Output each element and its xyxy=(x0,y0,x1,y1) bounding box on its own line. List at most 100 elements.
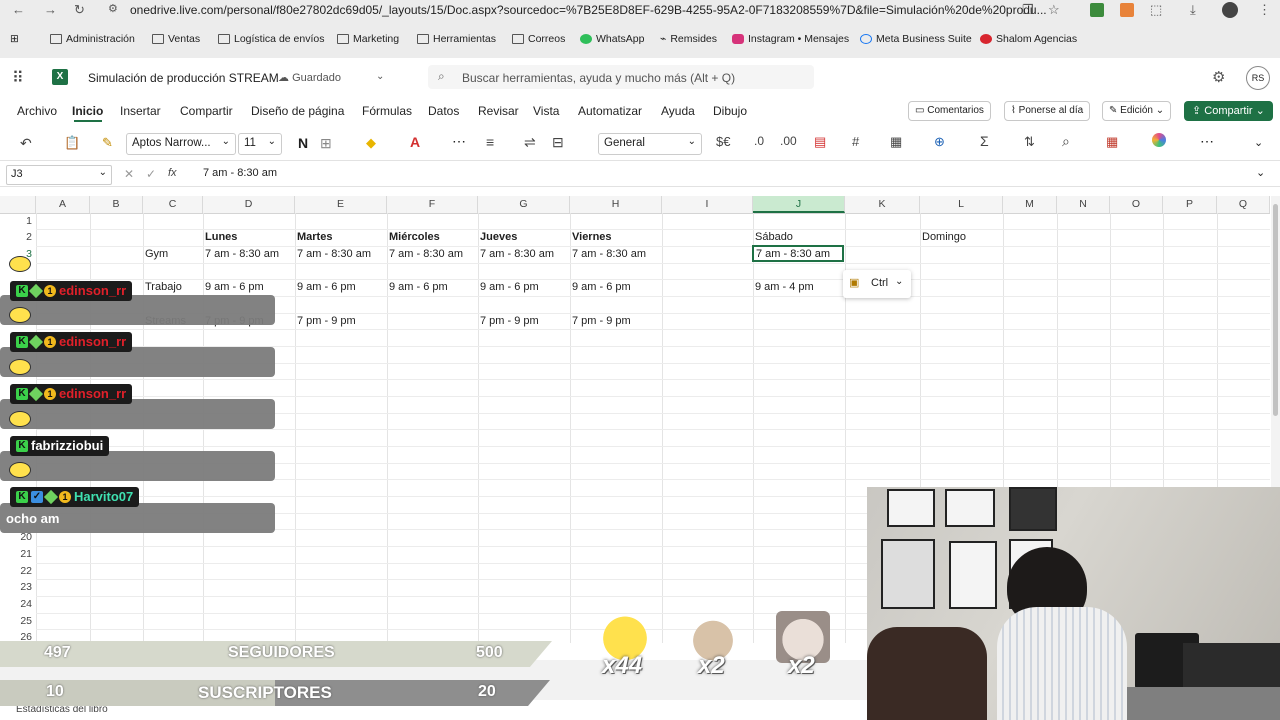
row-header[interactable]: 22 xyxy=(0,563,35,580)
bookmark-item[interactable]: Marketing xyxy=(337,33,399,45)
function-icon[interactable]: fx xyxy=(168,167,177,179)
save-status[interactable]: ☁ Guardado xyxy=(278,71,341,84)
cell-schedule[interactable]: 7 pm - 9 pm xyxy=(480,313,539,330)
comments-button[interactable]: ▭ Comentarios xyxy=(908,101,991,121)
tab-compartir[interactable]: Compartir xyxy=(180,104,233,118)
profile-avatar[interactable] xyxy=(1222,2,1238,18)
cell-schedule[interactable]: 7 am - 8:30 am xyxy=(572,246,646,263)
tab-inicio[interactable]: Inicio xyxy=(72,104,103,118)
cell-schedule[interactable]: 7 am - 8:30 am xyxy=(205,246,279,263)
cell-day-header[interactable]: Lunes xyxy=(205,229,237,246)
row-header[interactable]: 2 xyxy=(0,229,35,246)
cell-schedule[interactable]: 9 am - 4 pm xyxy=(755,279,814,296)
bookmark-item[interactable]: ⌁ Remsides xyxy=(660,33,717,45)
user-avatar[interactable]: RS xyxy=(1246,66,1270,90)
url-text[interactable]: onedrive.live.com/personal/f80e27802dc69… xyxy=(130,3,1047,17)
chevron-down-icon[interactable]: ⌄ xyxy=(376,71,384,82)
cell-schedule[interactable]: 7 am - 8:30 am xyxy=(389,246,463,263)
cell-schedule[interactable]: 7 am - 8:30 am xyxy=(480,246,554,263)
bold-icon[interactable]: N xyxy=(298,135,308,151)
column-header[interactable]: H xyxy=(570,196,662,213)
reload-icon[interactable]: ↻ xyxy=(74,2,85,18)
cell-day-header[interactable]: Jueves xyxy=(480,229,517,246)
cell-schedule[interactable]: 9 am - 6 pm xyxy=(480,279,539,296)
currency-icon[interactable]: $€ xyxy=(716,134,730,149)
conditional-format-icon[interactable]: ▤ xyxy=(814,134,826,150)
row-header[interactable]: 23 xyxy=(0,579,35,596)
cell-schedule[interactable]: 9 am - 6 pm xyxy=(389,279,448,296)
selected-cell-j3[interactable]: 7 am - 8:30 am xyxy=(752,245,844,262)
column-header[interactable]: P xyxy=(1163,196,1217,213)
tab-datos[interactable]: Datos xyxy=(428,104,459,118)
bookmark-item[interactable]: Shalom Agencias xyxy=(980,33,1077,45)
tab-archivo[interactable]: Archivo xyxy=(17,104,57,118)
catchup-button[interactable]: ⌇ Ponerse al día xyxy=(1004,101,1091,121)
column-header[interactable]: K xyxy=(845,196,920,213)
wrap-text-icon[interactable]: ⇌ xyxy=(524,134,536,151)
tab-revisar[interactable]: Revisar xyxy=(478,104,519,118)
row-header[interactable]: 24 xyxy=(0,596,35,613)
paste-icon[interactable]: 📋 xyxy=(64,135,80,151)
cell-styles-icon[interactable]: ▦ xyxy=(890,134,902,150)
font-color-icon[interactable]: A xyxy=(410,134,420,150)
tab-dibujo[interactable]: Dibujo xyxy=(713,104,747,118)
back-icon[interactable]: ← xyxy=(12,2,25,17)
column-header-selected[interactable]: J xyxy=(753,196,845,213)
bookmark-item[interactable]: Instagram • Mensajes xyxy=(732,33,849,45)
autosum-icon[interactable]: Σ xyxy=(980,133,989,149)
column-header[interactable]: D xyxy=(203,196,295,213)
align-icon[interactable]: ≡ xyxy=(486,134,494,150)
cell-schedule[interactable]: 9 am - 6 pm xyxy=(205,279,264,296)
bookmark-star-icon[interactable]: ☆ xyxy=(1048,2,1060,18)
find-icon[interactable]: ⌕ xyxy=(1062,133,1070,150)
apps-grid-icon[interactable]: ⊞ xyxy=(10,33,19,45)
tab-insertar[interactable]: Insertar xyxy=(120,104,161,118)
chevron-down-icon[interactable]: ⌄ xyxy=(1256,166,1265,179)
formula-input[interactable]: 7 am - 8:30 am xyxy=(203,167,277,179)
add-ins-icon[interactable]: ▦ xyxy=(1106,134,1118,150)
row-header[interactable]: 1 xyxy=(0,213,35,230)
column-header[interactable]: Q xyxy=(1217,196,1270,213)
bookmark-item[interactable]: Logística de envíos xyxy=(218,33,324,45)
sort-filter-icon[interactable]: ⇅ xyxy=(1024,134,1035,150)
borders-icon[interactable]: ⊞ xyxy=(320,135,332,152)
table-format-icon[interactable]: # xyxy=(852,134,859,149)
row-header[interactable]: 25 xyxy=(0,613,35,630)
cell-schedule[interactable]: 9 am - 6 pm xyxy=(297,279,356,296)
cell-schedule[interactable]: 9 am - 6 pm xyxy=(572,279,631,296)
column-header[interactable]: O xyxy=(1110,196,1163,213)
more-options-icon[interactable]: ⋯ xyxy=(452,133,466,150)
chevron-down-icon[interactable]: ⌄ xyxy=(1254,136,1263,149)
column-header[interactable]: A xyxy=(36,196,90,213)
cell-row-label[interactable]: Gym xyxy=(145,246,168,263)
copilot-icon[interactable] xyxy=(1152,133,1166,147)
cell-schedule[interactable]: 7 am - 8:30 am xyxy=(297,246,371,263)
extension-icon[interactable] xyxy=(1120,3,1134,17)
insert-cells-icon[interactable]: ⊕ xyxy=(934,134,945,150)
bookmark-item[interactable]: Ventas xyxy=(152,33,200,45)
cell-row-label[interactable]: Trabajo xyxy=(145,279,182,296)
column-header[interactable]: G xyxy=(478,196,570,213)
site-info-icon[interactable]: ⚙ xyxy=(108,2,118,15)
download-icon[interactable]: ⤓ xyxy=(1190,2,1196,18)
font-size-select[interactable]: 11 ⌄ xyxy=(238,133,282,155)
column-header[interactable]: E xyxy=(295,196,387,213)
bookmark-item[interactable]: WhatsApp xyxy=(580,33,644,45)
puzzle-icon[interactable]: ⬚ xyxy=(1150,2,1162,18)
cell-day-header[interactable]: Domingo xyxy=(922,229,966,246)
column-header[interactable]: I xyxy=(662,196,753,213)
merge-icon[interactable]: ⊟ xyxy=(552,134,564,151)
format-painter-icon[interactable]: ✎ xyxy=(102,135,113,151)
column-header[interactable]: L xyxy=(920,196,1003,213)
select-all-corner[interactable] xyxy=(0,196,36,213)
cell-day-header[interactable]: Martes xyxy=(297,229,332,246)
tab-automatizar[interactable]: Automatizar xyxy=(578,104,642,118)
tab-diseno-pagina[interactable]: Diseño de página xyxy=(251,104,344,118)
decimal-increase-icon[interactable]: .0 xyxy=(754,134,764,148)
column-header[interactable]: M xyxy=(1003,196,1057,213)
bookmark-item[interactable]: Meta Business Suite xyxy=(860,33,972,45)
name-box[interactable]: J3 ⌄ xyxy=(6,165,112,185)
bookmark-item[interactable]: Correos xyxy=(512,33,565,45)
cancel-icon[interactable]: ✕ xyxy=(124,167,134,181)
cell-schedule[interactable]: 7 pm - 9 pm xyxy=(297,313,356,330)
